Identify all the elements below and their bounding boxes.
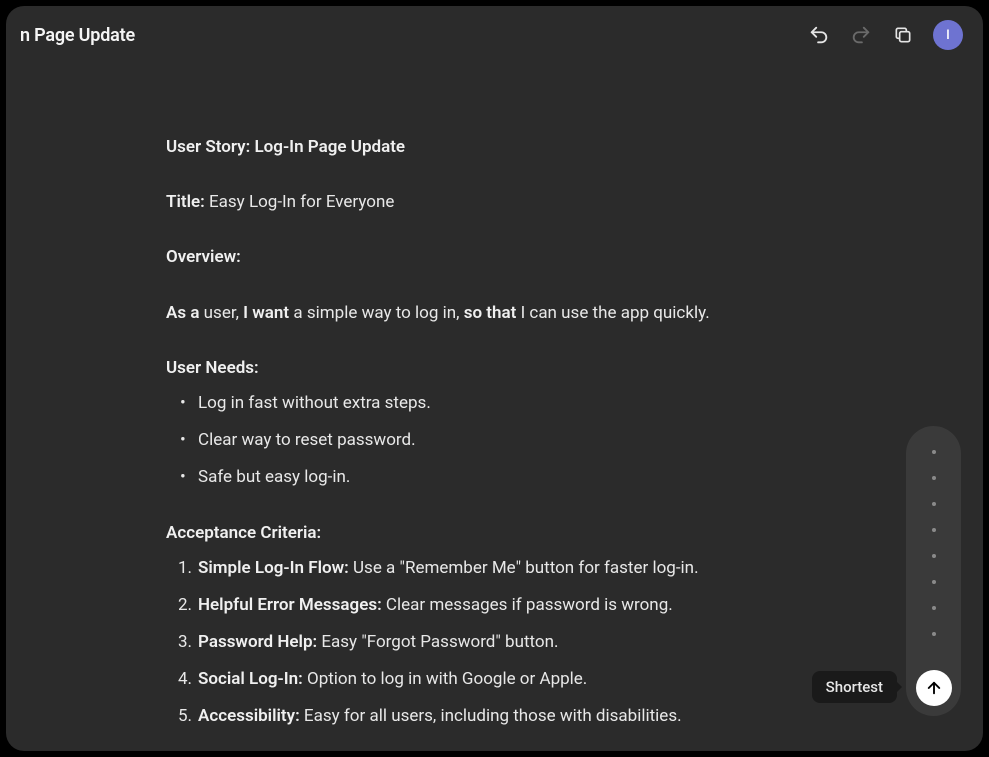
header: n Page Update I bbox=[6, 6, 983, 64]
redo-icon bbox=[850, 24, 872, 46]
criteria-text: Clear messages if password is wrong. bbox=[382, 595, 673, 615]
criteria-label: Password Help: bbox=[198, 632, 317, 652]
arrow-up-icon bbox=[925, 679, 943, 697]
user-needs-list: Log in fast without extra steps. Clear w… bbox=[166, 390, 823, 492]
list-item: Simple Log-In Flow: Use a "Remember Me" … bbox=[198, 555, 823, 582]
avatar-initial: I bbox=[946, 28, 950, 43]
criteria-text: Use a "Remember Me" button for faster lo… bbox=[349, 558, 699, 578]
list-item: Clear way to reset password. bbox=[198, 427, 823, 454]
story-i-want-value: a simple way to log in, bbox=[289, 303, 464, 323]
list-item: Password Help: Easy "Forgot Password" bu… bbox=[198, 629, 823, 656]
copy-button[interactable] bbox=[891, 23, 915, 47]
story-so-that-value: I can use the app quickly. bbox=[516, 303, 709, 323]
slider-tick bbox=[932, 476, 936, 480]
slider-tick bbox=[932, 502, 936, 506]
acceptance-list: Simple Log-In Flow: Use a "Remember Me" … bbox=[166, 555, 823, 731]
user-avatar[interactable]: I bbox=[933, 20, 963, 50]
story-so-that: so that bbox=[464, 303, 517, 323]
list-item: Social Log-In: Option to log in with Goo… bbox=[198, 666, 823, 693]
criteria-label: Social Log-In: bbox=[198, 669, 303, 689]
undo-icon bbox=[808, 24, 830, 46]
redo-button[interactable] bbox=[849, 23, 873, 47]
slider-tick bbox=[932, 554, 936, 558]
acceptance-label: Acceptance Criteria: bbox=[166, 520, 823, 547]
length-slider-track[interactable] bbox=[906, 426, 961, 716]
list-item: Helpful Error Messages: Clear messages i… bbox=[198, 592, 823, 619]
overview-label: Overview: bbox=[166, 247, 241, 267]
list-item: Log in fast without extra steps. bbox=[198, 390, 823, 417]
slider-tick bbox=[932, 606, 936, 610]
copy-icon bbox=[893, 25, 913, 45]
header-actions: I bbox=[807, 20, 963, 50]
list-item: Safe but easy log-in. bbox=[198, 464, 823, 491]
length-slider-handle[interactable] bbox=[916, 670, 952, 706]
slider-tooltip: Shortest bbox=[812, 671, 897, 703]
story-i-want: I want bbox=[243, 303, 289, 323]
criteria-text: Option to log in with Google or Apple. bbox=[303, 669, 588, 689]
document-heading: User Story: Log-In Page Update bbox=[166, 137, 405, 157]
title-label: Title: bbox=[166, 192, 205, 212]
slider-tick bbox=[932, 528, 936, 532]
user-needs-label: User Needs: bbox=[166, 355, 823, 382]
criteria-label: Simple Log-In Flow: bbox=[198, 558, 349, 578]
criteria-label: Helpful Error Messages: bbox=[198, 595, 382, 615]
title-value: Easy Log-In for Everyone bbox=[205, 192, 395, 212]
story-as-a-value: user, bbox=[199, 303, 243, 323]
criteria-text: Easy for all users, including those with… bbox=[300, 706, 682, 726]
slider-tick bbox=[932, 632, 936, 636]
slider-tick bbox=[932, 450, 936, 454]
document-content[interactable]: User Story: Log-In Page Update Title: Ea… bbox=[6, 64, 983, 751]
document-title: n Page Update bbox=[20, 25, 135, 46]
undo-button[interactable] bbox=[807, 23, 831, 47]
criteria-text: Easy "Forgot Password" button. bbox=[317, 632, 558, 652]
criteria-label: Accessibility: bbox=[198, 706, 300, 726]
list-item: Accessibility: Easy for all users, inclu… bbox=[198, 703, 823, 730]
slider-tick bbox=[932, 580, 936, 584]
story-as-a: As a bbox=[166, 303, 199, 323]
